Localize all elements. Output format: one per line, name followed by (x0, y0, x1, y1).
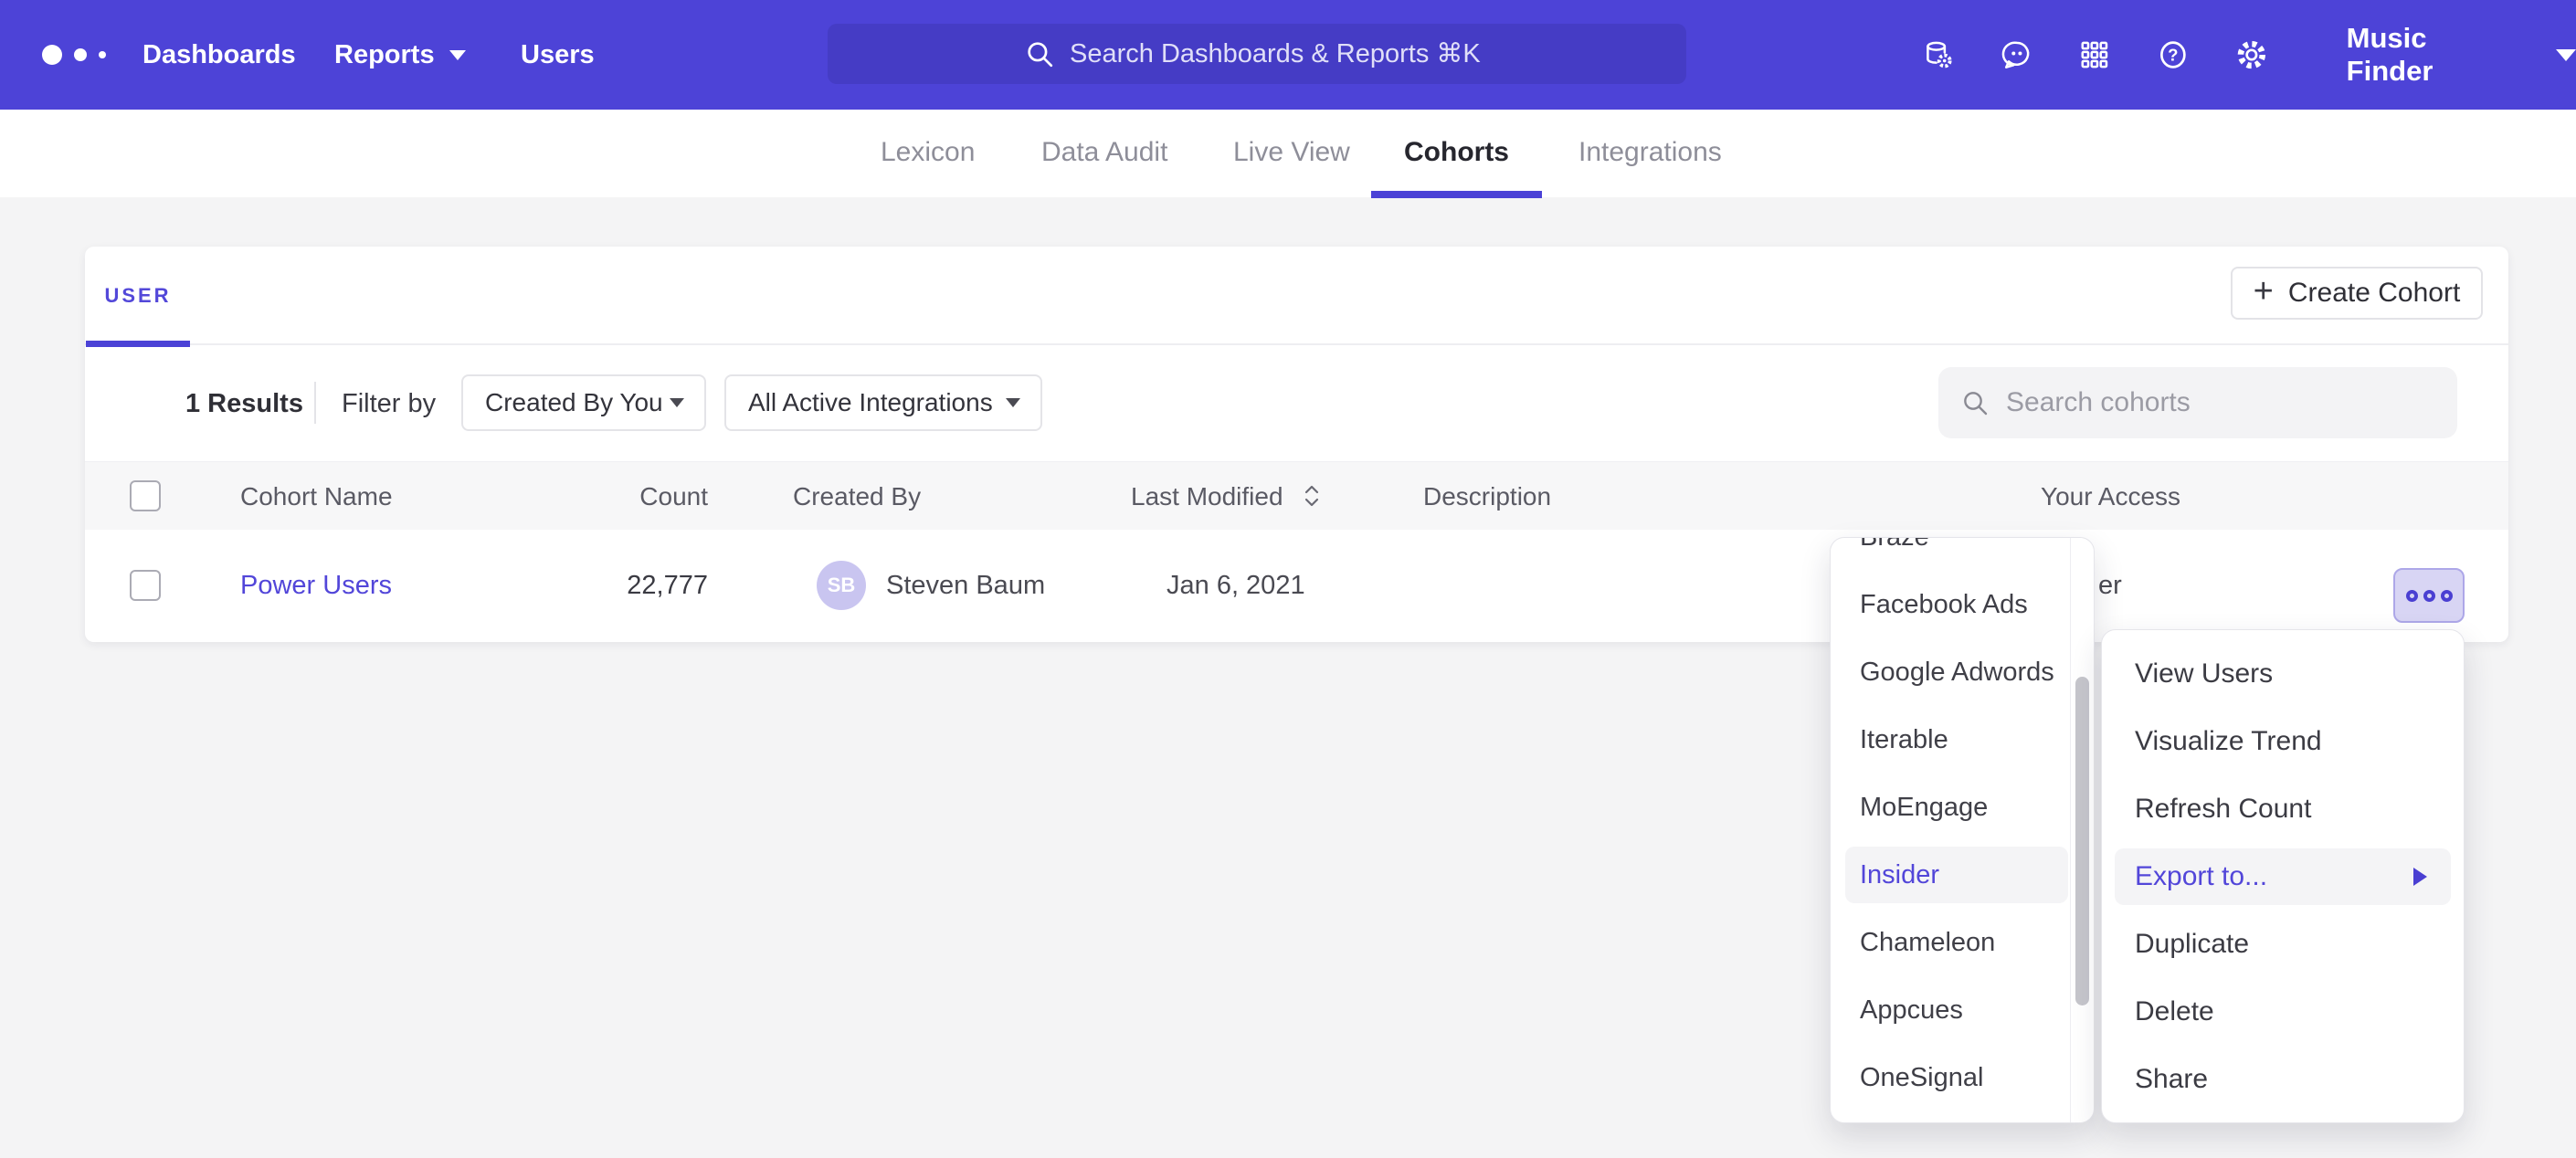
global-search-bar[interactable] (828, 24, 1686, 84)
search-icon (1024, 38, 1055, 69)
select-all-checkbox[interactable] (130, 480, 161, 511)
mixpanel-logo[interactable] (42, 0, 106, 110)
nav-users-label: Users (521, 0, 595, 110)
more-options-icon (2423, 590, 2435, 602)
logo-dot-icon (74, 48, 87, 61)
more-options-icon (2406, 590, 2418, 602)
project-switcher[interactable]: Music Finder (2347, 22, 2488, 88)
top-navigation-bar: Dashboards Reports Users (0, 0, 2576, 110)
nav-dashboards[interactable]: Dashboards (143, 0, 296, 110)
menu-item-view-users[interactable]: View Users (2102, 640, 2464, 708)
tab-cohorts-label: Cohorts (1404, 137, 1509, 167)
row-checkbox[interactable] (130, 570, 161, 601)
topbar-right-controls: ? Music Finder (1922, 0, 2576, 110)
menu-item-insider[interactable]: Insider (1845, 847, 2068, 903)
menu-item-facebook-ads[interactable]: Facebook Ads (1831, 571, 2070, 638)
divider (314, 382, 316, 424)
settings-gear-icon[interactable] (2235, 35, 2268, 75)
active-tab-underline (1371, 191, 1542, 198)
created-by-filter-value: Created By You (485, 388, 663, 417)
table-header-row: Cohort Name Count Created By Last Modifi… (85, 461, 2508, 530)
feedback-icon[interactable] (2001, 35, 2033, 75)
menu-item-moengage[interactable]: MoEngage (1831, 774, 2070, 841)
global-search-input[interactable] (1070, 39, 1490, 69)
export-to-submenu-list: Braze Facebook Ads Google Adwords Iterab… (1831, 537, 2094, 1111)
filter-by-label: Filter by (342, 389, 436, 419)
last-modified-date: Jan 6, 2021 (1167, 530, 1305, 642)
chevron-down-icon[interactable] (2556, 49, 2576, 61)
tab-lexicon[interactable]: Lexicon (881, 110, 975, 198)
menu-item-export-to[interactable]: Export to... (2115, 848, 2451, 905)
column-header-your-access[interactable]: Your Access (2041, 462, 2180, 531)
avatar: SB (817, 561, 866, 610)
nav-reports-label: Reports (334, 0, 435, 110)
menu-item-chameleon[interactable]: Chameleon (1831, 909, 2070, 976)
cohort-name-link[interactable]: Power Users (240, 530, 392, 642)
submenu-scrollbar-thumb[interactable] (2075, 677, 2089, 1005)
menu-item-google-adwords[interactable]: Google Adwords (1831, 638, 2070, 706)
tab-live-view[interactable]: Live View (1233, 110, 1350, 198)
logo-dot-icon (42, 45, 62, 65)
cohorts-panel: USER + Create Cohort 1 Results Filter by… (85, 247, 2508, 642)
chevron-down-icon (1006, 398, 1020, 407)
cohort-count: 22,777 (523, 530, 708, 642)
sort-icon[interactable] (1303, 482, 1321, 510)
menu-item-onesignal[interactable]: OneSignal (1831, 1044, 2070, 1111)
cohort-type-tabs: USER (85, 247, 2508, 345)
integrations-filter-dropdown[interactable]: All Active Integrations (724, 374, 1042, 431)
column-header-cohort-name[interactable]: Cohort Name (240, 462, 393, 531)
help-icon[interactable]: ? (2157, 35, 2190, 75)
table-row: Power Users 22,777 SB Steven Baum Jan 6,… (85, 530, 2508, 642)
menu-item-visualize-trend[interactable]: Visualize Trend (2102, 708, 2464, 775)
section-tabs-bar: Lexicon Data Audit Live View Cohorts Int… (0, 110, 2576, 198)
more-options-icon (2441, 590, 2453, 602)
create-cohort-button[interactable]: + Create Cohort (2231, 267, 2483, 320)
your-access-value-partially-hidden: er (2098, 530, 2122, 642)
cohort-search-bar[interactable] (1938, 367, 2457, 438)
chevron-down-icon (449, 50, 466, 60)
export-to-submenu: Braze Facebook Ads Google Adwords Iterab… (1830, 537, 2095, 1123)
nav-reports[interactable]: Reports (334, 0, 466, 110)
column-header-description[interactable]: Description (1423, 462, 1551, 531)
tab-data-audit[interactable]: Data Audit (1041, 110, 1167, 198)
menu-item-appcues[interactable]: Appcues (1831, 976, 2070, 1044)
data-settings-icon[interactable] (1922, 35, 1955, 75)
column-header-count[interactable]: Count (523, 462, 708, 531)
chevron-down-icon (670, 398, 684, 407)
cohort-search-input[interactable] (2006, 387, 2408, 418)
created-by-name: Steven Baum (886, 530, 1045, 642)
logo-dot-icon (99, 51, 106, 58)
column-header-last-modified-label: Last Modified (1131, 482, 1283, 511)
tab-user-cohorts[interactable]: USER (86, 247, 190, 345)
menu-item-share[interactable]: Share (2102, 1046, 2464, 1113)
svg-text:?: ? (2168, 46, 2178, 65)
column-header-created-by[interactable]: Created By (793, 462, 921, 531)
apps-grid-icon[interactable] (2078, 35, 2111, 75)
menu-item-export-to-label: Export to... (2135, 861, 2267, 892)
submenu-scrollbar-track[interactable] (2070, 538, 2094, 1122)
create-cohort-label: Create Cohort (2288, 278, 2460, 309)
tab-cohorts[interactable]: Cohorts (1371, 110, 1542, 198)
menu-item-refresh-count[interactable]: Refresh Count (2102, 775, 2464, 843)
menu-item-delete[interactable]: Delete (2102, 978, 2464, 1046)
menu-item-iterable[interactable]: Iterable (1831, 706, 2070, 774)
integrations-filter-value: All Active Integrations (748, 388, 993, 417)
active-tab-underline (86, 341, 190, 347)
results-count: 1 Results (185, 389, 303, 419)
plus-icon: + (2254, 274, 2274, 309)
menu-item-duplicate[interactable]: Duplicate (2102, 911, 2464, 978)
column-header-last-modified[interactable]: Last Modified (1131, 462, 1321, 531)
search-icon (1960, 388, 1990, 417)
tab-integrations[interactable]: Integrations (1578, 110, 1722, 198)
nav-dashboards-label: Dashboards (143, 0, 296, 110)
created-by-filter-dropdown[interactable]: Created By You (461, 374, 706, 431)
row-actions-button[interactable] (2393, 568, 2465, 623)
nav-users[interactable]: Users (521, 0, 595, 110)
tab-user-label: USER (104, 284, 171, 307)
row-actions-menu: View Users Visualize Trend Refresh Count… (2101, 629, 2465, 1123)
submenu-arrow-icon (2413, 868, 2427, 886)
menu-item-braze[interactable]: Braze (1831, 537, 2070, 571)
